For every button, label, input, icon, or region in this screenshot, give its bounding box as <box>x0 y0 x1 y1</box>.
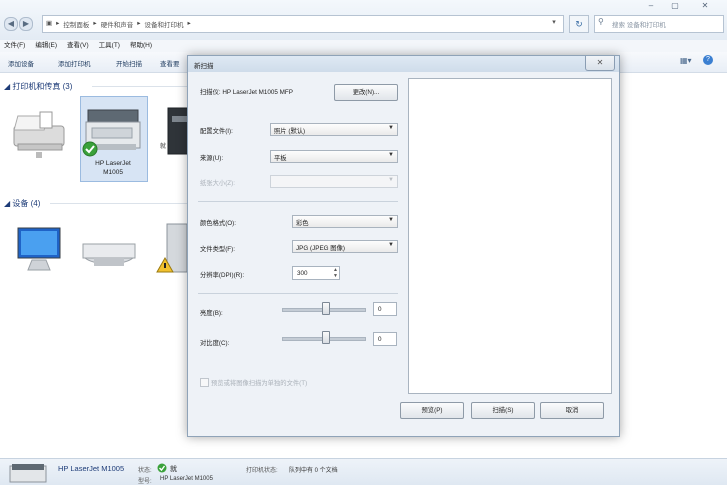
see-whats-printing-button[interactable]: 查看要 <box>160 58 180 68</box>
menu-tools[interactable]: 工具(T) <box>99 40 120 52</box>
dropdown-arrow-icon: ▼ <box>388 217 394 223</box>
dropdown-arrow-icon: ▼ <box>388 152 394 158</box>
paper-size-select: ▼ <box>270 175 398 188</box>
menu-bar: 文件(F) 编辑(E) 查看(V) 工具(T) 帮助(H) <box>0 40 727 52</box>
paper-size-label: 纸张大小(Z): <box>200 180 235 187</box>
search-icon: ⚲ <box>598 17 604 26</box>
breadcrumb-hardware[interactable]: 硬件和声音 <box>101 19 134 29</box>
profile-value: 照片 (默认) <box>274 128 306 135</box>
breadcrumb-devices-printers[interactable]: 设备和打印机 <box>144 19 183 29</box>
file-type-label: 文件类型(F): <box>200 246 235 253</box>
devices-section-header[interactable]: ◢ 设备 (4) <box>4 198 40 209</box>
partial-label-icon: 就 <box>160 144 167 150</box>
brightness-input[interactable]: 0 <box>373 302 397 316</box>
printers-section-title: 打印机和传真 (3) <box>12 82 73 91</box>
printers-section-header[interactable]: ◢ 打印机和传真 (3) <box>4 81 72 92</box>
brightness-value: 0 <box>378 306 382 313</box>
separate-files-label: 预览或将图像扫描为单独的文件(T) <box>211 380 308 387</box>
collapse-icon: ◢ <box>4 199 11 208</box>
contrast-input[interactable]: 0 <box>373 332 397 346</box>
breadcrumb-separator-icon: ▸ <box>56 20 60 27</box>
close-window-icon[interactable]: ✕ <box>690 0 720 12</box>
brightness-slider-thumb[interactable] <box>322 302 330 315</box>
back-icon[interactable]: ◀ <box>4 17 18 31</box>
separate-files-checkbox[interactable] <box>200 378 209 387</box>
separator <box>198 201 398 202</box>
search-placeholder: 搜索 设备和打印机 <box>612 22 666 29</box>
details-model-value: HP LaserJet M1005 <box>160 476 213 482</box>
dialog-title: 新扫描 <box>194 63 214 70</box>
computer-tower-icon[interactable] <box>155 222 189 278</box>
section-divider <box>50 203 187 204</box>
details-state-value: 就 <box>170 466 177 473</box>
spin-arrows-icon[interactable]: ▲ ▼ <box>333 267 338 279</box>
devices-section-title: 设备 (4) <box>12 199 41 208</box>
breadcrumb: ▣ ▸ 控制面板 ▸ 硬件和声音 ▸ 设备和打印机 ▸ <box>46 19 191 29</box>
profile-select[interactable]: 照片 (默认) ▼ <box>270 123 398 136</box>
help-icon[interactable]: ? <box>703 55 713 65</box>
start-scan-button[interactable]: 开始扫描 <box>116 58 142 68</box>
source-value: 平板 <box>274 155 287 162</box>
scan-button[interactable]: 扫描(S) <box>471 402 535 419</box>
file-type-select[interactable]: JPG (JPEG 图像) ▼ <box>292 240 398 253</box>
default-printer-check-icon <box>82 141 98 157</box>
file-type-value: JPG (JPEG 图像) <box>296 245 345 252</box>
dropdown-arrow-icon: ▼ <box>388 125 394 131</box>
close-icon[interactable]: ✕ <box>585 56 615 71</box>
menu-file[interactable]: 文件(F) <box>4 40 25 52</box>
resolution-label: 分辨率(DPI)(R): <box>200 272 245 279</box>
details-printer-name: HP LaserJet M1005 <box>58 464 125 473</box>
menu-view[interactable]: 查看(V) <box>67 40 89 52</box>
profile-label: 配置文件(I): <box>200 128 233 135</box>
status-ok-icon <box>157 463 167 473</box>
address-dropdown-icon[interactable]: ▾ <box>548 17 560 29</box>
dialog-titlebar[interactable] <box>188 56 619 72</box>
refresh-icon[interactable]: ↻ <box>569 15 589 33</box>
new-scan-dialog: 新扫描 ✕ 扫描仪: HP LaserJet M1005 MFP 更改(N)..… <box>187 55 620 437</box>
section-divider <box>92 86 187 87</box>
resolution-spinner[interactable]: 300 ▲ ▼ <box>292 266 340 280</box>
details-state-label: 状态: <box>138 468 152 474</box>
cancel-button[interactable]: 取消 <box>540 402 604 419</box>
collapse-icon: ◢ <box>4 82 11 91</box>
breadcrumb-control-panel[interactable]: 控制面板 <box>63 19 89 29</box>
menu-edit[interactable]: 编辑(E) <box>35 40 57 52</box>
maximize-icon[interactable]: ▢ <box>664 0 686 12</box>
fax-device-icon[interactable] <box>10 108 70 160</box>
dropdown-arrow-icon: ▼ <box>388 177 394 183</box>
separator <box>198 293 398 294</box>
add-printer-button[interactable]: 添加打印机 <box>58 58 91 68</box>
view-options-icon[interactable]: ▦▾ <box>680 56 692 65</box>
brightness-label: 亮度(B): <box>200 310 223 317</box>
external-drive-icon[interactable] <box>80 232 138 278</box>
add-device-button[interactable]: 添加设备 <box>8 58 34 68</box>
change-scanner-button[interactable]: 更改(N)... <box>334 84 398 101</box>
resolution-value: 300 <box>297 270 308 277</box>
preview-button[interactable]: 预览(P) <box>400 402 464 419</box>
menu-help[interactable]: 帮助(H) <box>130 40 152 52</box>
details-queue-label: 打印机状态: <box>246 468 278 474</box>
printer-thumbnail-icon <box>9 464 47 483</box>
contrast-slider-thumb[interactable] <box>322 331 330 344</box>
scanner-label: 扫描仪: HP LaserJet M1005 MFP <box>200 89 293 96</box>
source-label: 来源(U): <box>200 155 224 162</box>
contrast-label: 对比度(C): <box>200 340 230 347</box>
forward-icon[interactable]: ▶ <box>19 17 33 31</box>
color-format-label: 颜色格式(O): <box>200 220 237 227</box>
printer-label: HP LaserJet M1005 <box>95 160 131 176</box>
breadcrumb-separator-icon: ▸ <box>93 20 97 27</box>
contrast-value: 0 <box>378 336 382 343</box>
dropdown-arrow-icon: ▼ <box>388 242 394 248</box>
scan-preview-area <box>408 78 612 394</box>
source-select[interactable]: 平板 ▼ <box>270 150 398 163</box>
minimize-icon[interactable]: – <box>640 0 662 12</box>
monitor-icon[interactable] <box>14 226 64 278</box>
color-format-value: 彩色 <box>296 220 309 227</box>
details-queue-value: 队列中有 0 个文档 <box>289 468 338 474</box>
folder-icon: ▣ <box>46 20 53 27</box>
breadcrumb-separator-icon: ▸ <box>137 20 141 27</box>
color-format-select[interactable]: 彩色 ▼ <box>292 215 398 228</box>
breadcrumb-separator-icon: ▸ <box>187 20 191 27</box>
